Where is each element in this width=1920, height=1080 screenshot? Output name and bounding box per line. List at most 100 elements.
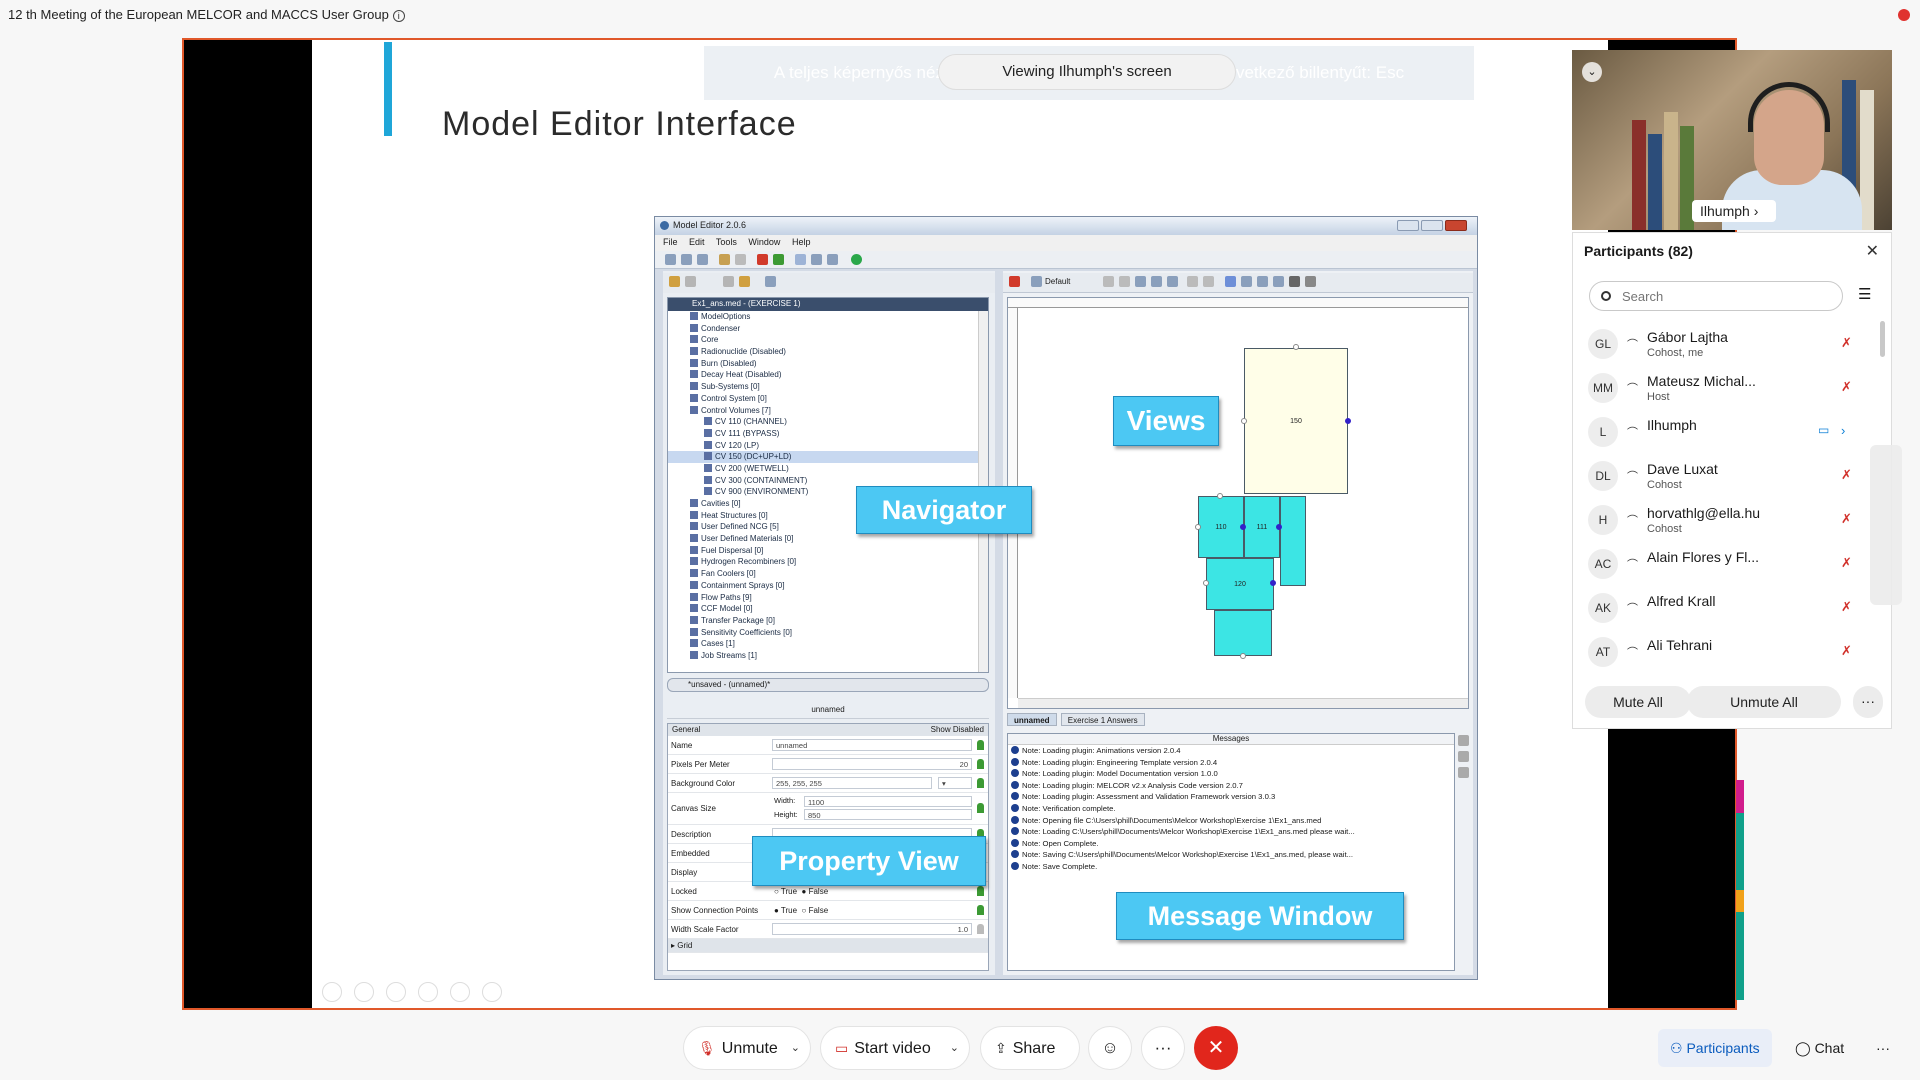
tree-item[interactable]: Transfer Package [0]: [668, 615, 988, 627]
overflow-menu-button[interactable]: ···: [1864, 1029, 1902, 1067]
tree-item[interactable]: CV 110 (CHANNEL): [668, 416, 988, 428]
connection-point[interactable]: [1241, 418, 1247, 424]
tree-item[interactable]: ModelOptions: [668, 311, 988, 323]
lock-messages-icon[interactable]: [1458, 767, 1469, 778]
participant-video-tile[interactable]: ⌄ Ilhumph ›: [1572, 50, 1892, 230]
tree-item[interactable]: CV 120 (LP): [668, 440, 988, 452]
minimize-icon[interactable]: [1397, 220, 1419, 231]
connection-point[interactable]: [1240, 653, 1246, 659]
pin-icon[interactable]: [773, 254, 784, 265]
open-file-icon[interactable]: [681, 254, 692, 265]
slide-back-icon[interactable]: [322, 982, 342, 1002]
tree-item[interactable]: Condenser: [668, 323, 988, 335]
recording-indicator-icon[interactable]: [1898, 9, 1910, 21]
paste-icon[interactable]: [1135, 276, 1146, 287]
view-icon[interactable]: [1031, 276, 1042, 287]
tree-item[interactable]: Sensitivity Coefficients [0]: [668, 627, 988, 639]
clear-messages-icon[interactable]: [1458, 751, 1469, 762]
slide-forward-icon[interactable]: [354, 982, 374, 1002]
tree-item[interactable]: Cases [1]: [668, 638, 988, 650]
tree-item[interactable]: Control Volumes [7]: [668, 405, 988, 417]
canvas-width-field[interactable]: 1100: [804, 796, 972, 807]
move-down-icon[interactable]: [739, 276, 750, 287]
connection-points-radio-group[interactable]: ● True ○ False: [774, 906, 828, 915]
property-group-general[interactable]: General Show Disabled: [668, 724, 988, 736]
tree-item[interactable]: Decay Heat (Disabled): [668, 369, 988, 381]
unmute-all-button[interactable]: Unmute All: [1687, 686, 1841, 718]
mic-muted-icon[interactable]: ✗: [1841, 599, 1852, 615]
mic-muted-icon[interactable]: ✗: [1841, 379, 1852, 395]
connection-point[interactable]: [1345, 418, 1351, 424]
redo-icon[interactable]: [735, 254, 746, 265]
copy-icon[interactable]: [1119, 276, 1130, 287]
locked-radio-group[interactable]: ○ True ● False: [774, 887, 828, 896]
mic-muted-icon[interactable]: ✗: [1841, 555, 1852, 571]
tree-item[interactable]: CV 150 (DC+UP+LD): [668, 451, 988, 463]
unmute-button[interactable]: 🎙 Unmute ⌄: [683, 1026, 811, 1070]
participants-button[interactable]: ⚇ Participants: [1658, 1029, 1772, 1067]
text-icon[interactable]: [1289, 276, 1300, 287]
menu-edit[interactable]: Edit: [689, 237, 705, 247]
cv-111-shape[interactable]: 111: [1244, 496, 1280, 558]
participant-row[interactable]: AT ⌒ Ali Tehrani ✗: [1573, 631, 1873, 673]
print-icon[interactable]: [1151, 276, 1162, 287]
info-icon[interactable]: i: [392, 9, 405, 22]
mic-muted-icon[interactable]: ✗: [1841, 335, 1852, 351]
verify-icon[interactable]: [757, 254, 768, 265]
expand-icon[interactable]: [765, 276, 776, 287]
tree-item[interactable]: CV 200 (WETWELL): [668, 463, 988, 475]
slide-zoom-icon[interactable]: [450, 982, 470, 1002]
participant-row[interactable]: MM ⌒ Mateusz Michal... Host ✗: [1573, 367, 1873, 409]
pin-icon[interactable]: [977, 886, 984, 896]
tree-item[interactable]: Containment Sprays [0]: [668, 580, 988, 592]
cv-150-shape[interactable]: 150: [1244, 348, 1348, 494]
participant-row[interactable]: AK ⌒ Alfred Krall ✗: [1573, 587, 1873, 629]
slide-grid-icon[interactable]: [418, 982, 438, 1002]
connection-point[interactable]: [1240, 524, 1246, 530]
tree-item[interactable]: Fan Coolers [0]: [668, 568, 988, 580]
layout-one-icon[interactable]: [795, 254, 806, 265]
find-icon[interactable]: [1167, 276, 1178, 287]
tree-item[interactable]: CV 300 (CONTAINMENT): [668, 475, 988, 487]
pin-icon[interactable]: [977, 740, 984, 750]
chat-button[interactable]: ◯ Chat: [1783, 1029, 1856, 1067]
participant-row[interactable]: GL ⌒ Gábor Lajtha Cohost, me ✗: [1573, 323, 1873, 365]
back-arrow-icon[interactable]: [669, 276, 680, 287]
tree-item[interactable]: Job Streams [1]: [668, 650, 988, 662]
share-button[interactable]: ⇪ Share: [980, 1026, 1080, 1070]
video-on-icon[interactable]: ▭: [1818, 423, 1829, 437]
pin-icon[interactable]: [977, 924, 984, 934]
run-icon[interactable]: [851, 254, 862, 265]
side-toolbar[interactable]: [1870, 445, 1902, 605]
show-disabled-checkbox[interactable]: Show Disabled: [931, 725, 984, 734]
tree-item[interactable]: Control System [0]: [668, 393, 988, 405]
pointer-icon[interactable]: [1225, 276, 1236, 287]
viewing-screen-label[interactable]: Viewing Ilhumph's screen: [938, 54, 1236, 90]
participants-scrollbar[interactable]: [1880, 321, 1885, 357]
default-dropdown[interactable]: Default: [1045, 277, 1070, 286]
connection-point[interactable]: [1276, 524, 1282, 530]
close-icon[interactable]: ✕: [1866, 241, 1879, 261]
cut-icon[interactable]: [1103, 276, 1114, 287]
tree-item[interactable]: Core: [668, 334, 988, 346]
connection-point[interactable]: [1270, 580, 1276, 586]
pin-icon[interactable]: [977, 905, 984, 915]
canvas-horizontal-scrollbar[interactable]: [1018, 698, 1468, 708]
tree-item[interactable]: Burn (Disabled): [668, 358, 988, 370]
tree-item[interactable]: Fuel Dispersal [0]: [668, 545, 988, 557]
mute-all-button[interactable]: Mute All: [1585, 686, 1691, 718]
pin-icon[interactable]: [977, 778, 984, 788]
group-icon[interactable]: [1187, 276, 1198, 287]
move-up-icon[interactable]: [723, 276, 734, 287]
leave-meeting-button[interactable]: ✕: [1194, 1026, 1238, 1070]
cv-shape-bottom[interactable]: [1214, 610, 1272, 656]
name-field[interactable]: unnamed: [772, 739, 972, 751]
maximize-icon[interactable]: [1421, 220, 1443, 231]
menu-help[interactable]: Help: [792, 237, 811, 247]
participant-row[interactable]: L ⌒ Ilhumph ▭ ›: [1573, 411, 1873, 453]
mic-muted-icon[interactable]: ✗: [1841, 511, 1852, 527]
background-color-field[interactable]: 255, 255, 255: [772, 777, 932, 789]
tree-item[interactable]: User Defined Materials [0]: [668, 533, 988, 545]
connection-point[interactable]: [1217, 493, 1223, 499]
width-scale-field[interactable]: 1.0: [772, 923, 972, 935]
